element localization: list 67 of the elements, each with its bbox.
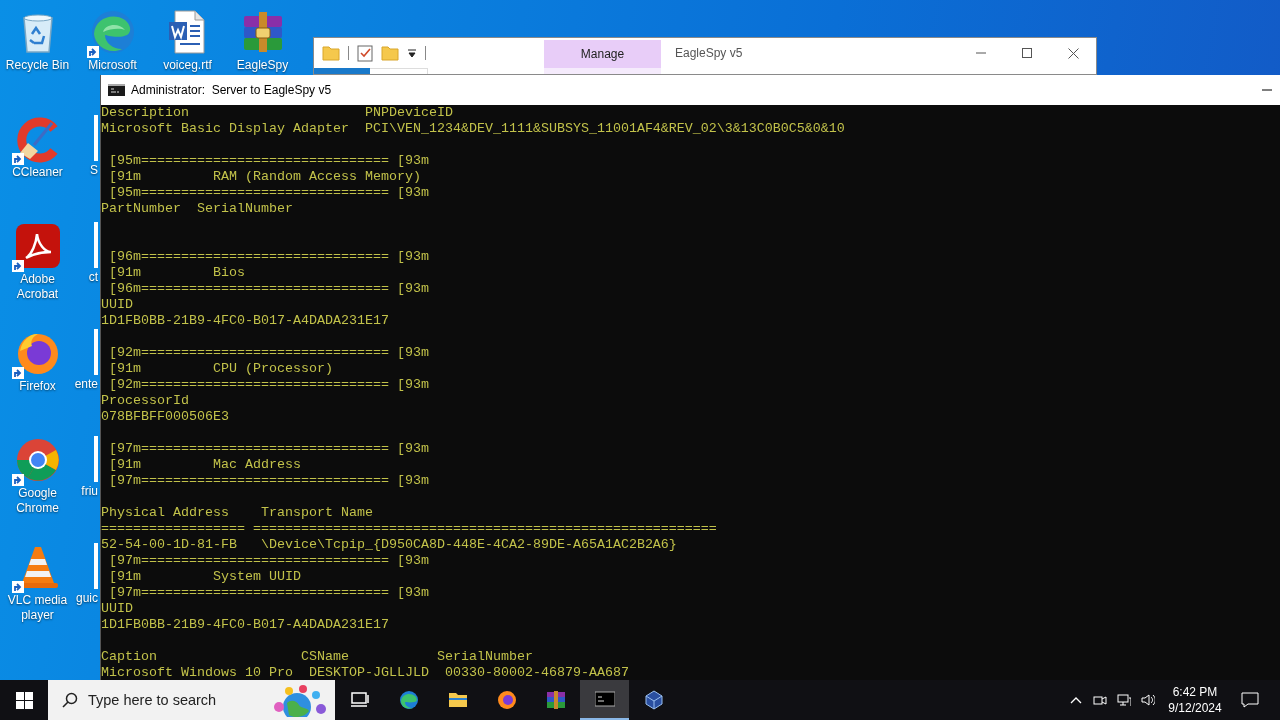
desktop-icon[interactable]: Adobe Acrobat [0,214,75,302]
terminal-icon [108,84,125,96]
desktop-icon[interactable]: S [75,107,98,178]
console-line: 52-54-00-1D-81-FB \Device\Tcpip_{D950CA8D-448E-4CA2-89DE-A65A1AC2B2A6} [101,537,677,553]
maximize-icon[interactable] [1022,48,1032,58]
console-line: 1D1FB0BB-21B9-4FC0-B017-A4DADA231E17 [101,313,389,329]
console-line: [95m=============================== [93m [108,185,429,201]
desktop-icon[interactable]: ente [75,321,98,392]
console-line: [92m=============================== [93m [108,377,429,393]
console-line: UUID [101,601,133,617]
dropdown-icon[interactable] [407,48,417,58]
notification-icon[interactable] [1241,692,1259,708]
console-line: Microsoft Basic Display Adapter PCI\VEN_1234&DEV_1111&SUBSYS_11001AF4&REV_02\3&13C0B0C5&0&10 [101,121,845,137]
task-view-icon[interactable] [349,690,370,710]
network-icon[interactable] [1117,693,1131,707]
ribbon-tab[interactable]: Manage [544,40,661,68]
window-title: Administrator: Server to EagleSpy v5 [131,83,333,97]
camera-icon[interactable] [1093,693,1107,707]
console-line: [91m CPU (Processor) [108,361,333,377]
console-line: [91m System UUID [108,569,301,585]
windows-start-icon[interactable] [15,691,33,709]
window-title: EagleSpy v5 [674,46,744,60]
desktop-icon[interactable]: friu [75,428,98,499]
console-line: [97m=============================== [93m [108,473,429,489]
console-line: 078BFBFF000506E3 [101,409,229,425]
console-line: [91m Bios [108,265,245,281]
console-line: [96m=============================== [93m [108,249,429,265]
console-line: 1D1FB0BB-21B9-4FC0-B017-A4DADA231E17 [101,617,389,633]
search-field[interactable]: Type here to search [48,680,335,720]
checklist-icon[interactable] [357,44,373,62]
console-line: ProcessorId [101,393,189,409]
archive-books-icon[interactable] [545,690,566,710]
console-line: [97m=============================== [93m [108,553,429,569]
console-line: [91m Mac Address [108,457,301,473]
console-line: Microsoft Windows 10 Pro DESKTOP-JGLLJLD 00330-80002-46879-AA687 [101,665,629,680]
console-line: [97m=============================== [93m [108,441,429,457]
console-line: Physical Address Transport Name [101,505,373,521]
swirl-browser-icon[interactable] [398,690,419,710]
desktop-icon[interactable]: VLC media player [0,535,75,623]
console-line: UUID [101,297,133,313]
desktop-icon[interactable]: CCleaner [0,107,75,180]
desktop-icon[interactable]: Microsoft [75,0,150,73]
terminal-icon[interactable] [594,689,615,709]
folder-icon[interactable] [447,690,468,710]
console-line: [92m=============================== [93m [108,345,429,361]
console-line: [95m=============================== [93m [108,153,429,169]
clock[interactable]: 6:42 PM 9/12/2024 [1164,684,1226,716]
speaker-icon[interactable] [1141,693,1155,707]
console-line: PartNumber SerialNumber [101,201,293,217]
fox-globe-icon[interactable] [496,690,517,710]
console-line: [96m=============================== [93m [108,281,429,297]
console-line: ================== ========================================================== [101,521,717,537]
desktop-icon[interactable]: guic [75,535,98,606]
desktop-icon[interactable]: ct [75,214,98,285]
pdf-icon [13,222,62,270]
desktop-icon[interactable]: voiceg.rtf [150,0,225,73]
desktop-icon[interactable]: Recycle Bin [0,0,75,73]
desktop-icon[interactable]: Firefox [0,321,75,394]
search-icon [62,692,78,708]
desktop-icon[interactable]: EagleSpy [225,0,300,73]
network-cube-icon[interactable] [643,690,664,710]
desktop-icon[interactable]: Google Chrome [0,428,75,516]
console-line: [97m=============================== [93m [108,585,429,601]
console-line: [91m RAM (Random Access Memory) [108,169,421,185]
console-line: Caption CSName SerialNumber [101,649,533,665]
close-icon[interactable] [1067,47,1079,59]
console-line: Description PNPDeviceID [101,105,453,121]
